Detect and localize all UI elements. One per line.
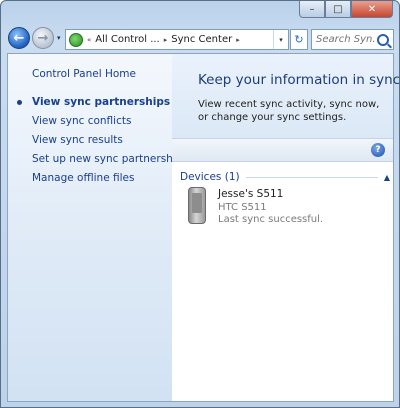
- device-model: HTC S511: [218, 202, 267, 213]
- sidebar-item-view-sync-conflicts[interactable]: View sync conflicts: [32, 115, 131, 127]
- devices-group-header[interactable]: Devices (1) ▲: [180, 169, 390, 185]
- selected-bullet-icon: [17, 100, 22, 105]
- device-item[interactable]: Jesse's S511 HTC S511 Last sync successf…: [180, 185, 390, 229]
- search-icon[interactable]: [377, 33, 389, 46]
- address-dropdown-button[interactable]: ▾: [273, 30, 288, 49]
- back-arrow-icon: ←: [13, 30, 25, 46]
- group-divider: [245, 176, 378, 178]
- refresh-icon: ↻: [294, 33, 304, 46]
- close-button[interactable]: ✕: [351, 1, 393, 18]
- sidebar-item-set-up-new-sync-partnerships[interactable]: Set up new sync partnerships: [32, 153, 188, 165]
- sync-center-window: – □ ✕ ← → ▾ « All Control ... ▸ Sync Cen…: [0, 0, 400, 408]
- address-bar[interactable]: « All Control ... ▸ Sync Center ▸ ▾: [65, 29, 289, 50]
- task-pane: Control Panel Home View sync partnership…: [8, 54, 188, 401]
- devices-group-label: Devices (1): [180, 171, 240, 183]
- main-pane: Keep your information in sync View recen…: [172, 54, 400, 401]
- breadcrumb-separator-icon[interactable]: ▸: [236, 36, 240, 44]
- device-name: Jesse's S511: [218, 188, 284, 200]
- sidebar-item-view-sync-partnerships[interactable]: View sync partnerships: [32, 96, 170, 108]
- maximize-button[interactable]: □: [325, 1, 351, 18]
- navigation-bar: ← → ▾ « All Control ... ▸ Sync Center ▸ …: [1, 25, 399, 53]
- page-description: View recent sync activity, sync now, or …: [198, 99, 380, 123]
- address-overflow-chevron[interactable]: «: [87, 36, 91, 44]
- collapse-chevron-icon[interactable]: ▲: [384, 173, 390, 182]
- back-button[interactable]: ←: [8, 27, 30, 49]
- forward-arrow-icon: →: [37, 30, 49, 46]
- minimize-button[interactable]: –: [299, 1, 325, 18]
- recent-pages-dropdown[interactable]: ▾: [57, 34, 61, 42]
- forward-button[interactable]: →: [32, 27, 54, 49]
- content-area: Control Panel Home View sync partnership…: [7, 53, 400, 402]
- search-input[interactable]: [316, 34, 376, 45]
- title-bar[interactable]: – □ ✕: [1, 1, 399, 23]
- command-bar: ?: [172, 138, 393, 162]
- page-title: Keep your information in sync: [198, 72, 400, 88]
- breadcrumb-separator-icon[interactable]: ▸: [164, 36, 168, 44]
- sidebar-item-view-sync-results[interactable]: View sync results: [32, 134, 123, 146]
- sync-center-icon: [69, 32, 83, 47]
- device-sync-status: Last sync successful.: [218, 214, 324, 225]
- window-controls: – □ ✕: [299, 1, 393, 18]
- header-band: Keep your information in sync View recen…: [172, 54, 400, 138]
- phone-icon: [188, 187, 206, 224]
- breadcrumb-all-control-panel[interactable]: All Control ...: [95, 34, 159, 45]
- breadcrumb-sync-center[interactable]: Sync Center: [171, 34, 232, 45]
- help-icon[interactable]: ?: [371, 143, 385, 157]
- search-box[interactable]: [311, 29, 394, 50]
- sidebar-item-manage-offline-files[interactable]: Manage offline files: [32, 172, 134, 184]
- sidebar-item-control-panel-home[interactable]: Control Panel Home: [32, 68, 136, 80]
- refresh-button[interactable]: ↻: [290, 29, 308, 50]
